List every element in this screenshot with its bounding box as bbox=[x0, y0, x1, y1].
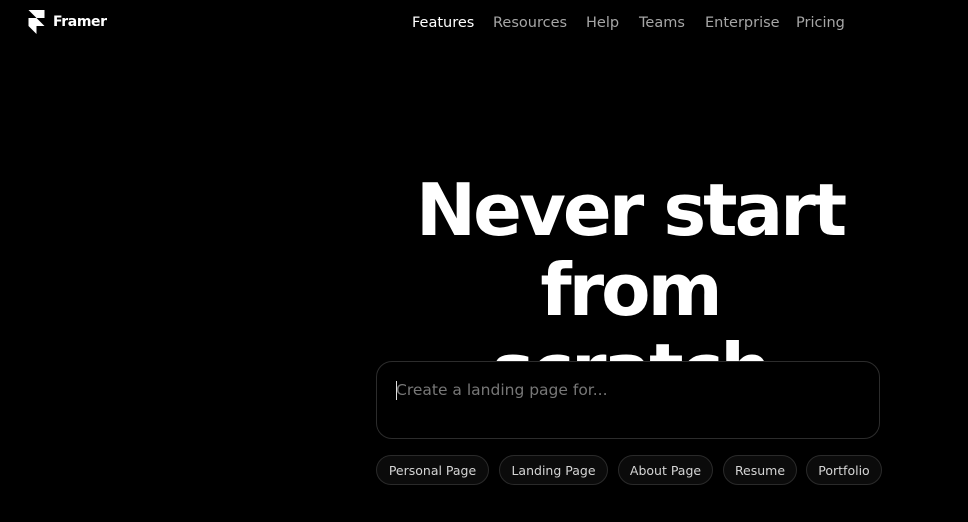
suggestion-chip-resume[interactable]: Resume bbox=[723, 455, 797, 485]
hero-heading-line-1: Never start bbox=[415, 168, 847, 252]
text-caret bbox=[396, 381, 397, 400]
suggestion-chip-portfolio[interactable]: Portfolio bbox=[806, 455, 882, 485]
suggestion-chip-personal-page[interactable]: Personal Page bbox=[376, 455, 489, 485]
nav-item-enterprise[interactable]: Enterprise bbox=[705, 12, 780, 34]
nav-item-help[interactable]: Help bbox=[586, 12, 619, 34]
nav-item-features[interactable]: Features bbox=[412, 12, 474, 34]
nav-item-resources[interactable]: Resources bbox=[493, 12, 567, 34]
prompt-input[interactable] bbox=[396, 378, 856, 402]
prompt-box[interactable] bbox=[376, 361, 880, 439]
nav-item-pricing[interactable]: Pricing bbox=[796, 12, 845, 34]
nav-item-teams[interactable]: Teams bbox=[639, 12, 685, 34]
main-nav: Features Resources Help Teams Enterprise… bbox=[0, 12, 968, 34]
suggestion-chip-about-page[interactable]: About Page bbox=[618, 455, 713, 485]
suggestion-chip-landing-page[interactable]: Landing Page bbox=[499, 455, 608, 485]
